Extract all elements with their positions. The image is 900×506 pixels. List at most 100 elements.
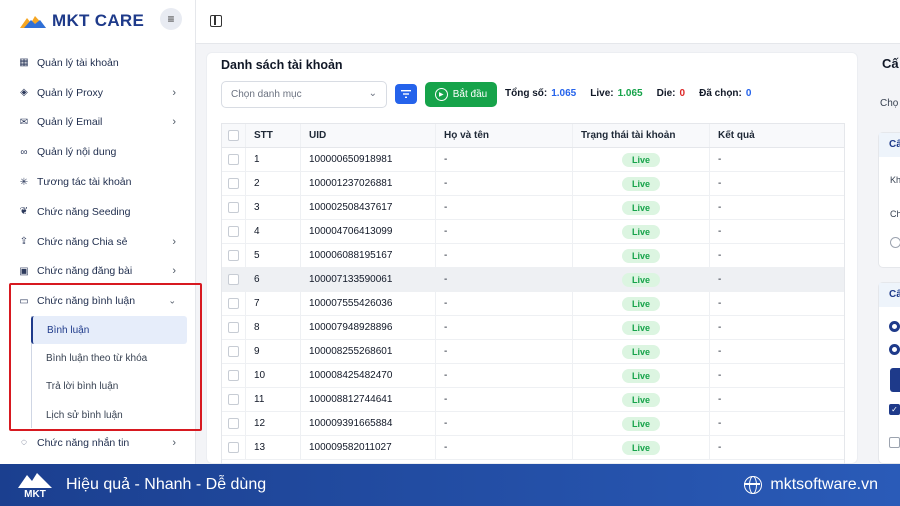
sidebar-item-label: Chức năng Chia sẻ xyxy=(37,235,128,248)
radio-option-selected[interactable] xyxy=(889,321,900,332)
row-checkbox[interactable] xyxy=(228,298,239,309)
top-bar xyxy=(196,0,900,44)
row-checkbox[interactable] xyxy=(228,274,239,285)
sidebar-item-label: Chức năng nhắn tin xyxy=(37,436,130,449)
sidebar-item-share[interactable]: ⇪ Chức năng Chia sẻ › xyxy=(0,227,196,257)
cell-result: - xyxy=(718,226,722,237)
right-panel-label: Chọ xyxy=(880,98,899,109)
right-panel-button[interactable] xyxy=(890,368,900,392)
cell-name: - xyxy=(436,340,573,363)
submenu-item-keyword-comment[interactable]: Bình luận theo từ khóa xyxy=(32,344,187,372)
sidebar-item-email[interactable]: ✉ Quản lý Email › xyxy=(0,108,196,138)
sidebar-item-post[interactable]: ▣ Chức năng đăng bài › xyxy=(0,257,196,287)
globe-icon xyxy=(744,476,763,494)
cell-stt: 10 xyxy=(246,364,301,387)
table-row[interactable]: 9 100008255268601- Live - xyxy=(222,340,844,364)
table-row[interactable]: 1 100000650918981- Live - xyxy=(222,148,844,172)
sidebar-item-interaction[interactable]: ✳ Tương tác tài khoản xyxy=(0,167,196,197)
cell-stt: 1 xyxy=(246,148,301,171)
checkbox-unchecked[interactable] xyxy=(889,437,900,448)
status-badge: Live xyxy=(621,392,660,407)
column-header-status[interactable]: Trạng thái tài khoản xyxy=(573,124,710,147)
sidebar-item-account-management[interactable]: ▦ Quản lý tài khoản xyxy=(0,48,196,78)
row-checkbox[interactable] xyxy=(228,394,239,405)
row-checkbox[interactable] xyxy=(228,226,239,237)
row-checkbox[interactable] xyxy=(228,178,239,189)
category-select[interactable]: Chọn danh mục ⌄ xyxy=(221,81,387,108)
table-row[interactable]: 3 100002508437617- Live - xyxy=(222,196,844,220)
sidebar-item-label: Quản lý nội dung xyxy=(37,146,117,159)
table-row[interactable]: 11 100008812744641- Live - xyxy=(222,388,844,412)
footer-logo: MKT xyxy=(16,469,54,502)
sidebar-item-label: Quản lý tài khoản xyxy=(37,56,119,69)
table-row[interactable]: 4 100004706413099- Live - xyxy=(222,220,844,244)
table-row[interactable]: 10 100008425482470- Live - xyxy=(222,364,844,388)
comment-icon: ▭ xyxy=(19,295,29,307)
table-row[interactable]: 2 100001237026881- Live - xyxy=(222,172,844,196)
cell-result: - xyxy=(718,322,722,333)
die-label: Die: xyxy=(656,88,676,99)
cell-name: - xyxy=(436,388,573,411)
cell-name: - xyxy=(436,220,573,243)
footer-website[interactable]: mktsoftware.vn xyxy=(744,476,878,494)
row-checkbox-cell xyxy=(222,388,246,411)
cell-result: - xyxy=(718,202,722,213)
grid-icon: ▦ xyxy=(19,57,29,69)
table-row[interactable]: 13 100009582011027- Live - xyxy=(222,436,844,460)
layout-toggle-icon[interactable] xyxy=(210,15,222,27)
cell-uid: 100007133590061 xyxy=(301,268,436,291)
status-badge: Live xyxy=(621,320,660,335)
row-checkbox[interactable] xyxy=(228,154,239,165)
table-row[interactable]: 8 100007948928896- Live - xyxy=(222,316,844,340)
sidebar-item-label: Quản lý Email xyxy=(37,116,103,129)
checkbox-checked[interactable]: ✓ xyxy=(889,404,900,415)
sidebar-item-content[interactable]: ∞ Quản lý nội dung xyxy=(0,137,196,167)
column-header-name[interactable]: Họ và tên xyxy=(436,124,573,147)
row-checkbox[interactable] xyxy=(228,346,239,357)
sidebar-item-messaging[interactable]: ◌ Chức năng nhắn tin › xyxy=(0,428,196,458)
row-checkbox[interactable] xyxy=(228,370,239,381)
filter-button[interactable] xyxy=(395,84,417,104)
account-stats: Tổng số: 1.065 Live: 1.065 Die: 0 Đã chọ… xyxy=(505,88,765,99)
start-button[interactable]: ▶ Bắt đầu xyxy=(425,82,497,107)
row-checkbox[interactable] xyxy=(228,250,239,261)
select-all-checkbox[interactable] xyxy=(228,130,239,141)
chevron-down-icon: ⌄ xyxy=(368,88,377,99)
row-checkbox-cell xyxy=(222,244,246,267)
cell-uid: 100008255268601 xyxy=(301,340,436,363)
status-badge: Live xyxy=(621,272,660,287)
radio-option[interactable] xyxy=(890,237,900,248)
cell-name: - xyxy=(436,196,573,219)
column-header-uid[interactable]: UID xyxy=(301,124,436,147)
brand-logo[interactable]: MKT CARE xyxy=(18,8,144,34)
cell-status: Live xyxy=(573,436,710,459)
row-checkbox[interactable] xyxy=(228,202,239,213)
table-row[interactable]: 5 100006088195167- Live - xyxy=(222,244,844,268)
row-checkbox-cell xyxy=(222,172,246,195)
row-checkbox[interactable] xyxy=(228,418,239,429)
cell-result: - xyxy=(718,154,722,165)
live-value: 1.065 xyxy=(617,88,643,99)
column-header-result[interactable]: Kết quả xyxy=(710,124,844,147)
table-row[interactable]: 6 100007133590061- Live - xyxy=(222,268,844,292)
chat-icon: ◌ xyxy=(21,437,27,449)
cell-stt: 8 xyxy=(246,316,301,339)
radio-option-selected[interactable] xyxy=(889,344,900,355)
row-checkbox[interactable] xyxy=(228,442,239,453)
cell-name: - xyxy=(436,436,573,459)
submenu-item-reply-comment[interactable]: Trả lời bình luận xyxy=(32,373,187,401)
table-row[interactable]: 7 100007555426036- Live - xyxy=(222,292,844,316)
row-checkbox[interactable] xyxy=(228,322,239,333)
table-row[interactable]: 12 100009391665884- Live - xyxy=(222,412,844,436)
sidebar-item-comment[interactable]: ▭ Chức năng bình luận ⌄ xyxy=(0,286,196,316)
submenu-item-comment-history[interactable]: Lịch sử bình luận xyxy=(32,401,187,429)
column-header-stt[interactable]: STT xyxy=(246,124,301,147)
footer-logo-text: MKT xyxy=(24,489,46,500)
sidebar-item-seeding[interactable]: ❦ Chức năng Seeding xyxy=(0,197,196,227)
cell-name: - xyxy=(436,244,573,267)
cell-name: - xyxy=(436,412,573,435)
submenu-item-comment[interactable]: Bình luận xyxy=(31,316,187,345)
menu-toggle-icon[interactable]: ≡ xyxy=(160,8,182,30)
sidebar-item-proxy[interactable]: ◈ Quản lý Proxy › xyxy=(0,78,196,108)
cell-result: - xyxy=(718,274,722,285)
